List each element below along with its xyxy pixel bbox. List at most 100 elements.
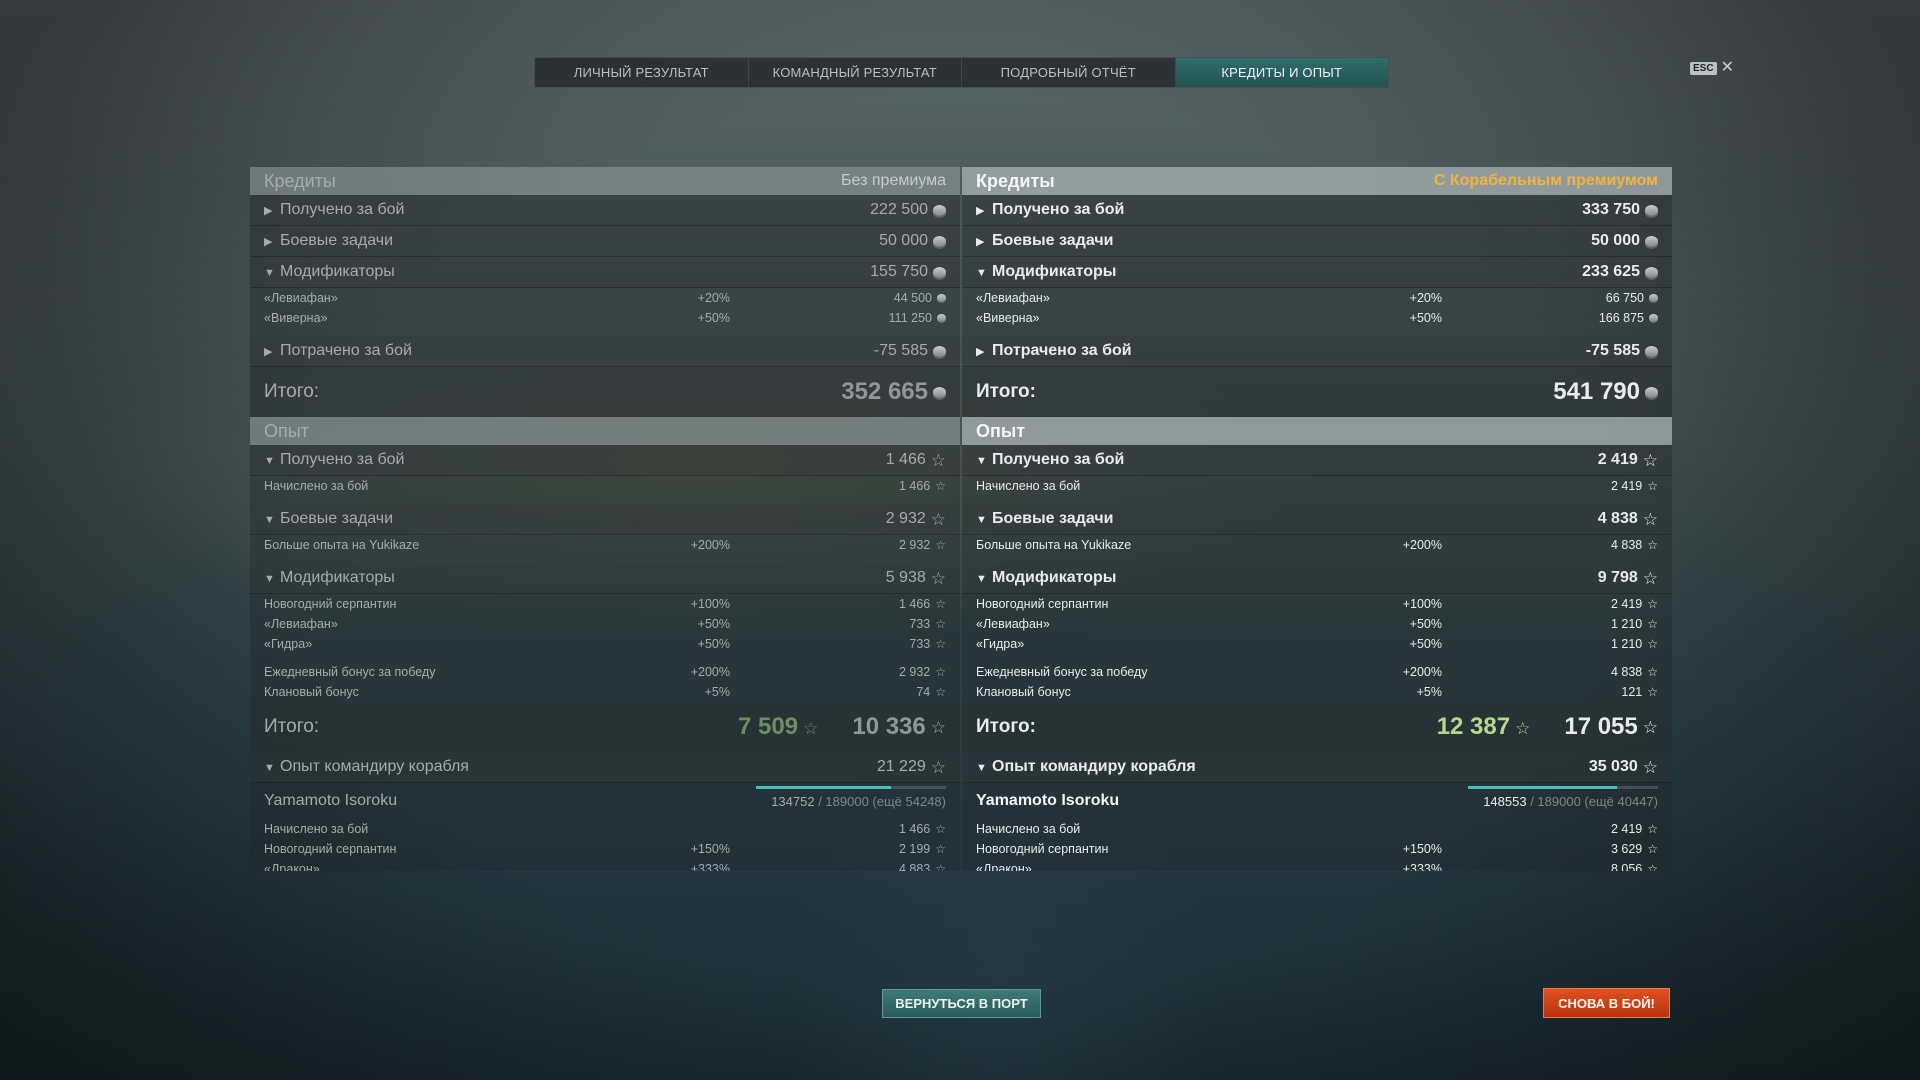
detail-value: 4 883 bbox=[898, 862, 931, 871]
commander-xp-row[interactable]: ▼ Опыт командиру корабля 21 229 ☆ bbox=[250, 752, 960, 783]
xp-title: Опыт bbox=[976, 420, 1026, 441]
base-xp-number: 12 387 bbox=[1436, 713, 1511, 740]
row-label: Получено за бой bbox=[280, 201, 405, 218]
row-label: Модификаторы bbox=[992, 263, 1117, 280]
tab-credits-and-xp[interactable]: КРЕДИТЫ И ОПЫТ bbox=[1175, 58, 1388, 87]
detail-percent: +333% bbox=[1402, 862, 1442, 871]
credits-tasks-row[interactable]: ▶ Боевые задачи 50 000 bbox=[962, 226, 1672, 257]
row-value: 35 030 bbox=[1588, 758, 1638, 775]
modifier-percent: +50% bbox=[1409, 311, 1442, 325]
xp-title: Опыт bbox=[264, 420, 309, 441]
scroll-clip: «Дракон» +333% 8 056 ☆ bbox=[962, 859, 1672, 871]
row-label: Получено за бой bbox=[992, 201, 1125, 218]
detail-label: Ежедневный бонус за победу bbox=[976, 665, 1148, 679]
detail-label: «Левиафан» bbox=[264, 617, 338, 631]
credits-modifiers-row[interactable]: ▼ Модификаторы 233 625 bbox=[962, 257, 1672, 288]
detail-label: Новогодний серпантин bbox=[264, 842, 397, 856]
detail-percent: +50% bbox=[1409, 617, 1442, 631]
spacer bbox=[962, 496, 1672, 504]
spacer bbox=[250, 496, 960, 504]
collapse-arrow-icon: ▼ bbox=[264, 762, 275, 774]
xp-earned-row[interactable]: ▼ Получено за бой 1 466 ☆ bbox=[250, 445, 960, 476]
collapse-arrow-icon: ▼ bbox=[264, 455, 275, 467]
star-icon: ☆ bbox=[1642, 450, 1658, 470]
star-icon: ☆ bbox=[935, 478, 946, 493]
detail-value: 733 bbox=[909, 617, 931, 631]
coin-icon bbox=[1645, 386, 1658, 398]
captain-detail-row: «Дракон» +333% 8 056 ☆ bbox=[962, 859, 1672, 872]
detail-label: Новогодний серпантин bbox=[976, 597, 1109, 611]
row-label: Боевые задачи bbox=[992, 510, 1114, 527]
star-icon: ☆ bbox=[1642, 717, 1658, 737]
total-value: 352 665 bbox=[841, 378, 928, 405]
row-value: 333 750 bbox=[1582, 201, 1640, 218]
row-label: Получено за бой bbox=[280, 451, 405, 468]
detail-percent: +200% bbox=[690, 665, 730, 679]
close-button[interactable]: ESC ✕ bbox=[1690, 60, 1734, 76]
no-premium-panel: Кредиты Без премиума ▶ Получено за бой 22… bbox=[250, 167, 960, 871]
coin-icon bbox=[1645, 266, 1658, 278]
xp-detail-row: Клановый бонус +5% 74 ☆ bbox=[250, 682, 960, 702]
star-icon: ☆ bbox=[935, 861, 946, 872]
tab-detailed-report[interactable]: ПОДРОБНЫЙ ОТЧЁТ bbox=[962, 58, 1176, 87]
captain-name: Yamamoto Isoroku bbox=[264, 792, 398, 809]
row-value: 155 750 bbox=[870, 263, 928, 280]
captain-xp-current: 134752 bbox=[771, 793, 815, 809]
spacer bbox=[962, 328, 1672, 336]
row-label: Боевые задачи bbox=[992, 232, 1114, 249]
xp-detail-row: Новогодний серпантин +100% 1 466 ☆ bbox=[250, 594, 960, 614]
xp-earned-row[interactable]: ▼ Получено за бой 2 419 ☆ bbox=[962, 445, 1672, 476]
total-value: 541 790 bbox=[1553, 378, 1640, 405]
detail-percent: +100% bbox=[1402, 597, 1442, 611]
star-icon: ☆ bbox=[1647, 636, 1658, 651]
total-label: Итого: bbox=[976, 381, 1036, 402]
base-xp-value: 7 509 ☆ bbox=[738, 713, 818, 741]
star-icon: ☆ bbox=[803, 719, 819, 738]
premium-status: С Корабельным премиумом bbox=[1433, 172, 1658, 189]
star-icon: ☆ bbox=[1647, 684, 1658, 699]
credits-spent-row[interactable]: ▶ Потрачено за бой -75 585 bbox=[250, 336, 960, 367]
detail-value: 121 bbox=[1621, 685, 1643, 699]
row-label: Модификаторы bbox=[280, 569, 395, 586]
tab-team-result[interactable]: КОМАНДНЫЙ РЕЗУЛЬТАТ bbox=[749, 58, 962, 87]
xp-total-row: Итого: 12 387 ☆ 17 055 ☆ bbox=[962, 702, 1672, 752]
detail-percent: +100% bbox=[690, 597, 730, 611]
detail-percent: +50% bbox=[1409, 637, 1442, 651]
star-icon: ☆ bbox=[1647, 821, 1658, 836]
credits-modifiers-row[interactable]: ▼ Модификаторы 155 750 bbox=[250, 257, 960, 288]
collapse-arrow-icon: ▼ bbox=[264, 267, 275, 279]
xp-header: Опыт bbox=[962, 417, 1672, 445]
xp-tasks-row[interactable]: ▼ Боевые задачи 4 838 ☆ bbox=[962, 504, 1672, 535]
credits-spent-row[interactable]: ▶ Потрачено за бой -75 585 bbox=[962, 336, 1672, 367]
spacer bbox=[250, 555, 960, 563]
captain-xp-current: 148553 bbox=[1483, 793, 1527, 809]
credits-earned-row[interactable]: ▶ Получено за бой 333 750 bbox=[962, 195, 1672, 226]
return-to-port-button[interactable]: ВЕРНУТЬСЯ В ПОРТ bbox=[882, 989, 1041, 1018]
xp-modifiers-row[interactable]: ▼ Модификаторы 9 798 ☆ bbox=[962, 563, 1672, 594]
modifier-value: 66 750 bbox=[1605, 291, 1644, 305]
xp-detail-row: «Левиафан» +50% 1 210 ☆ bbox=[962, 614, 1672, 634]
detail-value: 2 932 bbox=[898, 538, 931, 552]
credits-tasks-row[interactable]: ▶ Боевые задачи 50 000 bbox=[250, 226, 960, 257]
detail-label: Клановый бонус bbox=[976, 685, 1071, 699]
row-value: 2 419 bbox=[1597, 451, 1638, 468]
detail-percent: +200% bbox=[690, 538, 730, 552]
xp-detail-row: Больше опыта на Yukikaze +200% 4 838 ☆ bbox=[962, 535, 1672, 555]
esc-key-label: ESC bbox=[1690, 61, 1717, 75]
detail-percent: +200% bbox=[1402, 538, 1442, 552]
star-icon: ☆ bbox=[935, 684, 946, 699]
captain-xp-progress: 134752 / 189000 (ещё 54248) bbox=[771, 794, 946, 809]
tab-personal-result[interactable]: ЛИЧНЫЙ РЕЗУЛЬТАТ bbox=[535, 58, 749, 87]
detail-value: 1 210 bbox=[1610, 617, 1643, 631]
row-value: 1 466 bbox=[885, 451, 926, 468]
xp-modifiers-row[interactable]: ▼ Модификаторы 5 938 ☆ bbox=[250, 563, 960, 594]
detail-value: 2 932 bbox=[898, 665, 931, 679]
detail-value: 1 466 bbox=[898, 597, 931, 611]
star-icon: ☆ bbox=[1642, 757, 1658, 777]
xp-tasks-row[interactable]: ▼ Боевые задачи 2 932 ☆ bbox=[250, 504, 960, 535]
credits-earned-row[interactable]: ▶ Получено за бой 222 500 bbox=[250, 195, 960, 226]
commander-xp-row[interactable]: ▼ Опыт командиру корабля 35 030 ☆ bbox=[962, 752, 1672, 783]
star-icon: ☆ bbox=[930, 450, 946, 470]
expand-arrow-icon: ▶ bbox=[976, 346, 985, 358]
battle-again-button[interactable]: СНОВА В БОЙ! bbox=[1543, 988, 1670, 1018]
